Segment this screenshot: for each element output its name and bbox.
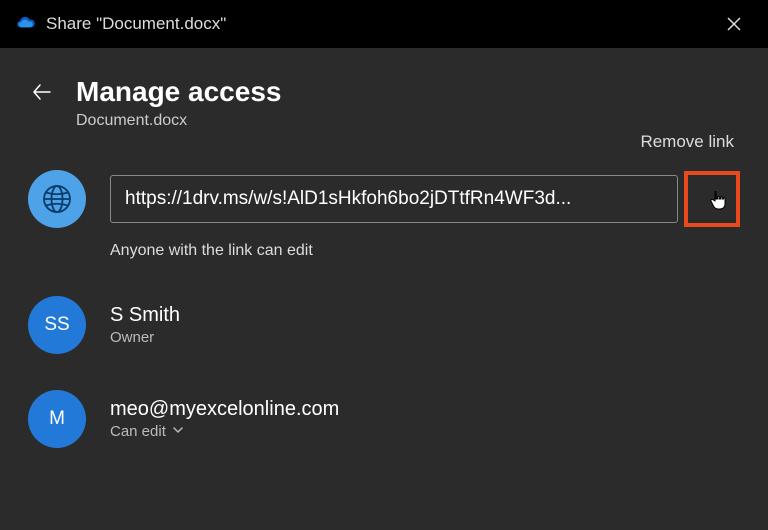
link-description: Anyone with the link can edit	[110, 242, 740, 260]
cursor-hand-icon	[706, 188, 730, 217]
avatar: SS	[28, 296, 86, 354]
close-button[interactable]	[716, 6, 752, 42]
person-row-editor: M meo@myexcelonline.com Can edit	[28, 390, 740, 448]
page-title: Manage access	[76, 76, 281, 108]
header-row: Manage access	[28, 76, 740, 108]
person-info: S Smith Owner	[110, 304, 180, 346]
person-name: S Smith	[110, 304, 180, 327]
onedrive-cloud-icon	[16, 14, 36, 34]
avatar: M	[28, 390, 86, 448]
window-title: Share "Document.docx"	[46, 14, 226, 34]
globe-icon	[28, 170, 86, 228]
avatar-initials: M	[49, 408, 65, 430]
titlebar-left: Share "Document.docx"	[16, 14, 226, 34]
chevron-down-icon	[172, 423, 184, 440]
copy-link-button[interactable]	[684, 171, 740, 227]
person-permission-dropdown[interactable]: Can edit	[110, 423, 339, 440]
person-info: meo@myexcelonline.com Can edit	[110, 398, 339, 440]
person-row-owner: SS S Smith Owner	[28, 296, 740, 354]
share-link-input[interactable]	[110, 175, 678, 223]
remove-link-button[interactable]: Remove link	[28, 132, 740, 152]
link-row	[28, 170, 740, 228]
titlebar: Share "Document.docx"	[0, 0, 768, 48]
document-name: Document.docx	[76, 112, 740, 130]
back-button[interactable]	[28, 78, 56, 106]
person-role: Owner	[110, 329, 180, 346]
person-name: meo@myexcelonline.com	[110, 398, 339, 421]
content-area: Manage access Document.docx Remove link	[0, 48, 768, 468]
link-input-wrap	[110, 171, 740, 227]
avatar-initials: SS	[44, 314, 69, 336]
